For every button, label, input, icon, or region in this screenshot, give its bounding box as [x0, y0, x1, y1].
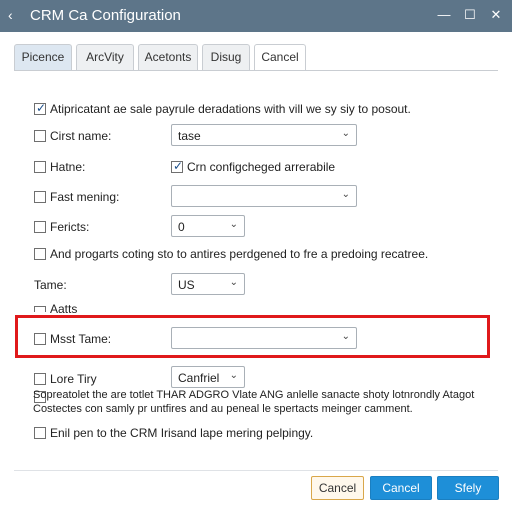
option-label: Sopreatolet the are totlet THAR ADGRO Vl…	[33, 389, 475, 401]
option-label: Atipricatant ae sale payrule deradations…	[50, 102, 411, 116]
chevron-down-icon: ⌄	[341, 331, 350, 342]
field-label: Fast mening:	[50, 190, 120, 204]
chevron-down-icon: ⌄	[229, 219, 238, 230]
field-label: Msst Tame:	[50, 332, 112, 346]
window-title: CRM Ca Configuration	[30, 7, 181, 24]
option-label: And progarts coting sto to antires perdg…	[50, 247, 429, 261]
chevron-down-icon: ⌄	[341, 128, 350, 139]
tab-picence[interactable]: Picence	[14, 44, 72, 70]
fast-mening-select[interactable]: ⌄	[171, 185, 357, 207]
select-value: US	[178, 278, 195, 292]
checkbox[interactable]	[34, 427, 46, 439]
tab-arcvity[interactable]: ArcVity	[76, 44, 134, 70]
select-value: 0	[178, 220, 185, 234]
footer-divider	[14, 470, 498, 471]
checkbox[interactable]	[34, 161, 46, 173]
field-label: Hatne:	[50, 160, 86, 174]
field-label: Tame:	[34, 278, 67, 292]
tab-divider	[14, 70, 498, 71]
chevron-down-icon: ⌄	[229, 370, 238, 381]
checkbox[interactable]	[34, 101, 46, 115]
select-value: Canfriel	[178, 371, 220, 385]
option-label: Enil pen to the CRM Irisand lape mering …	[50, 426, 314, 440]
cancel-button-primary[interactable]: Cancel	[370, 476, 432, 500]
checkbox[interactable]	[34, 333, 46, 345]
field-label: Cirst name:	[50, 129, 112, 143]
maximize-icon[interactable]: ☐	[462, 7, 478, 23]
minimize-icon[interactable]: —	[436, 7, 452, 23]
first-name-select[interactable]: tase ⌄	[171, 124, 357, 146]
fericts-select[interactable]: 0 ⌄	[171, 215, 245, 237]
msst-tame-select[interactable]: ⌄	[171, 327, 357, 349]
field-label: Lore Tiry	[50, 372, 97, 386]
option-label: Crn configcheged arrerabile	[187, 160, 336, 174]
back-icon[interactable]: ‹	[8, 7, 13, 23]
select-value: tase	[178, 129, 201, 143]
checkbox[interactable]	[34, 130, 46, 142]
option-row: Sopreatolet the are totlet THAR ADGRO Vl…	[33, 389, 504, 419]
chevron-down-icon: ⌄	[341, 189, 350, 200]
chevron-down-icon: ⌄	[229, 277, 238, 288]
tame-select[interactable]: US ⌄	[171, 273, 245, 295]
tab-acetonts[interactable]: Acetonts	[138, 44, 198, 70]
checkbox[interactable]	[34, 248, 46, 260]
field-label: Fericts:	[50, 220, 90, 234]
checkbox[interactable]	[34, 373, 46, 385]
tab-cancel[interactable]: Cancel	[254, 44, 306, 70]
checkbox[interactable]	[34, 306, 46, 312]
close-icon[interactable]: ✕	[488, 7, 504, 23]
checkbox[interactable]	[171, 159, 183, 173]
option-label-line2: Costectes con samly pr untfires and au p…	[33, 403, 413, 415]
checkbox[interactable]	[34, 191, 46, 203]
option-label: Aatts	[50, 302, 78, 316]
tab-disug[interactable]: Disug	[202, 44, 250, 70]
title-bar: ‹ CRM Ca Configuration — ☐ ✕	[0, 0, 512, 32]
apply-button[interactable]: Sfely	[437, 476, 499, 500]
checkbox[interactable]	[34, 221, 46, 233]
cancel-button[interactable]: Cancel	[311, 476, 364, 500]
lore-tiry-select[interactable]: Canfriel ⌄	[171, 366, 245, 388]
